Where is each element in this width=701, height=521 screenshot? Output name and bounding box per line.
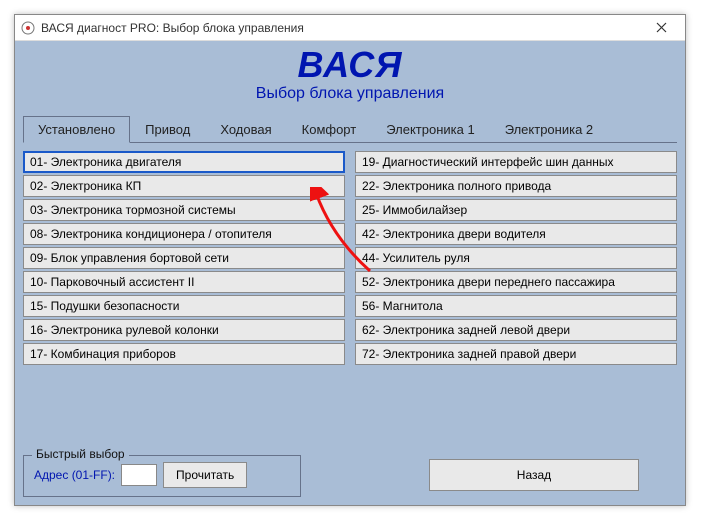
bottom-bar: Быстрый выбор Адрес (01-FF): Прочитать Н…	[23, 447, 677, 497]
quick-select-legend: Быстрый выбор	[32, 447, 129, 461]
tab-0[interactable]: Установлено	[23, 116, 130, 143]
tab-2[interactable]: Ходовая	[205, 116, 286, 143]
tab-3[interactable]: Комфорт	[287, 116, 372, 143]
client-area: ВАСЯ Выбор блока управления УстановленоП…	[15, 41, 685, 505]
module-button[interactable]: 15- Подушки безопасности	[23, 295, 345, 317]
app-icon	[21, 21, 35, 35]
module-column-right: 19- Диагностический интерфейс шин данных…	[355, 151, 677, 365]
module-button[interactable]: 25- Иммобилайзер	[355, 199, 677, 221]
module-button[interactable]: 01- Электроника двигателя	[23, 151, 345, 173]
tab-5[interactable]: Электроника 2	[490, 116, 608, 143]
read-button[interactable]: Прочитать	[163, 462, 247, 488]
tab-1[interactable]: Привод	[130, 116, 205, 143]
app-window: ВАСЯ диагност PRO: Выбор блока управлени…	[14, 14, 686, 506]
back-button[interactable]: Назад	[429, 459, 639, 491]
module-button[interactable]: 62- Электроника задней левой двери	[355, 319, 677, 341]
module-button[interactable]: 56- Магнитола	[355, 295, 677, 317]
address-input[interactable]	[121, 464, 157, 486]
module-column-left: 01- Электроника двигателя02- Электроника…	[23, 151, 345, 365]
tab-4[interactable]: Электроника 1	[371, 116, 489, 143]
module-button[interactable]: 08- Электроника кондиционера / отопителя	[23, 223, 345, 245]
module-button[interactable]: 09- Блок управления бортовой сети	[23, 247, 345, 269]
brand-subtitle: Выбор блока управления	[23, 85, 677, 103]
brand-title: ВАСЯ	[23, 47, 677, 83]
module-lists: 01- Электроника двигателя02- Электроника…	[23, 151, 677, 365]
module-button[interactable]: 52- Электроника двери переднего пассажир…	[355, 271, 677, 293]
module-button[interactable]: 72- Электроника задней правой двери	[355, 343, 677, 365]
titlebar: ВАСЯ диагност PRO: Выбор блока управлени…	[15, 15, 685, 41]
module-button[interactable]: 42- Электроника двери водителя	[355, 223, 677, 245]
tab-bar: УстановленоПриводХодоваяКомфортЭлектрони…	[23, 115, 677, 143]
address-label: Адрес (01-FF):	[34, 468, 115, 482]
close-button[interactable]	[643, 15, 679, 40]
module-button[interactable]: 03- Электроника тормозной системы	[23, 199, 345, 221]
module-button[interactable]: 19- Диагностический интерфейс шин данных	[355, 151, 677, 173]
module-button[interactable]: 02- Электроника КП	[23, 175, 345, 197]
quick-select-group: Быстрый выбор Адрес (01-FF): Прочитать	[23, 455, 301, 497]
brand: ВАСЯ Выбор блока управления	[23, 47, 677, 103]
module-button[interactable]: 10- Парковочный ассистент II	[23, 271, 345, 293]
module-button[interactable]: 16- Электроника рулевой колонки	[23, 319, 345, 341]
module-button[interactable]: 17- Комбинация приборов	[23, 343, 345, 365]
close-icon	[656, 22, 667, 33]
window-title: ВАСЯ диагност PRO: Выбор блока управлени…	[41, 21, 304, 35]
module-button[interactable]: 44- Усилитель руля	[355, 247, 677, 269]
module-button[interactable]: 22- Электроника полного привода	[355, 175, 677, 197]
